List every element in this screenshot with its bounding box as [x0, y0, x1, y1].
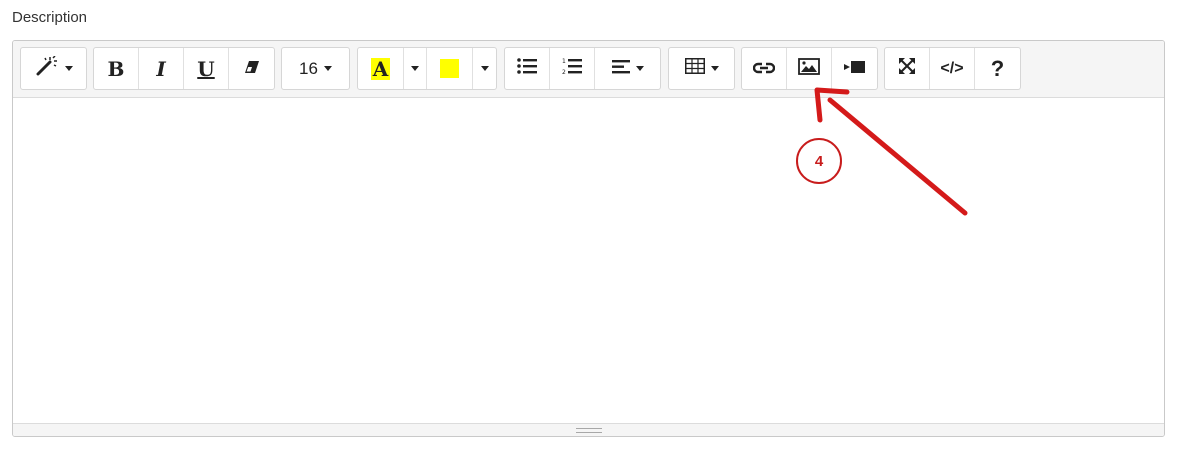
- svg-text:1: 1: [562, 58, 566, 65]
- underline-icon: U: [197, 56, 215, 81]
- paragraph-align-dropdown[interactable]: [595, 48, 660, 89]
- italic-icon: I: [156, 56, 166, 81]
- chevron-down-icon: [64, 66, 73, 71]
- editor-content-area[interactable]: [13, 98, 1164, 423]
- align-left-icon: [611, 58, 630, 79]
- picture-icon: [798, 57, 820, 80]
- text-color-icon: A: [370, 56, 391, 81]
- chevron-down-icon: [710, 66, 719, 71]
- chevron-down-icon: [635, 66, 644, 71]
- table-group: [668, 47, 735, 90]
- help-button[interactable]: ?: [975, 48, 1020, 89]
- description-label: Description: [12, 9, 88, 26]
- fullscreen-button[interactable]: [885, 48, 930, 89]
- clear-format-button[interactable]: [229, 48, 274, 89]
- bold-icon: B: [107, 56, 125, 81]
- font-size-group: 16: [281, 47, 350, 90]
- font-size-dropdown[interactable]: 16: [282, 48, 349, 89]
- ordered-list-button[interactable]: 1 2: [550, 48, 595, 89]
- view-group: </> ?: [884, 47, 1021, 90]
- paragraph-group: 1 2: [504, 47, 661, 90]
- color-group: A: [357, 47, 497, 90]
- forecolor-dropdown-button[interactable]: [404, 48, 427, 89]
- font-size-value: 16: [299, 58, 318, 78]
- bulleted-list-icon: [517, 58, 537, 79]
- chevron-down-icon: [480, 66, 489, 71]
- link-icon: [752, 58, 776, 79]
- svg-text:2: 2: [562, 69, 566, 75]
- table-dropdown-button[interactable]: [669, 48, 734, 89]
- chevron-down-icon: [411, 66, 419, 71]
- editor-resize-bar[interactable]: [13, 423, 1164, 436]
- code-view-button[interactable]: </>: [930, 48, 975, 89]
- code-icon: </>: [940, 59, 964, 77]
- fullscreen-icon: [898, 57, 916, 80]
- eraser-icon: [244, 58, 260, 79]
- highlight-color-icon: [440, 59, 459, 78]
- font-style-group: B I U: [93, 47, 275, 90]
- forecolor-button[interactable]: A: [358, 48, 404, 89]
- backcolor-dropdown-button[interactable]: [473, 48, 496, 89]
- help-icon: ?: [990, 55, 1005, 81]
- chevron-down-icon: [323, 66, 332, 71]
- underline-button[interactable]: U: [184, 48, 229, 89]
- video-icon: [843, 58, 866, 79]
- unordered-list-button[interactable]: [505, 48, 550, 89]
- style-dropdown-button[interactable]: [21, 48, 86, 89]
- numbered-list-icon: 1 2: [562, 57, 582, 80]
- rich-text-editor: B I U 16 A 1 2 </> ?: [12, 40, 1165, 437]
- style-group: [20, 47, 87, 90]
- insert-video-button[interactable]: [832, 48, 877, 89]
- insert-link-button[interactable]: [742, 48, 787, 89]
- italic-button[interactable]: I: [139, 48, 184, 89]
- table-icon: [684, 58, 705, 79]
- step-number-badge: 4: [796, 138, 842, 184]
- insert-group: [741, 47, 878, 90]
- bold-button[interactable]: B: [94, 48, 139, 89]
- backcolor-button[interactable]: [427, 48, 473, 89]
- insert-picture-button[interactable]: [787, 48, 832, 89]
- magic-wand-icon: [35, 55, 59, 81]
- editor-toolbar: B I U 16 A 1 2 </> ?: [13, 41, 1164, 98]
- resize-grip-icon: [575, 427, 602, 433]
